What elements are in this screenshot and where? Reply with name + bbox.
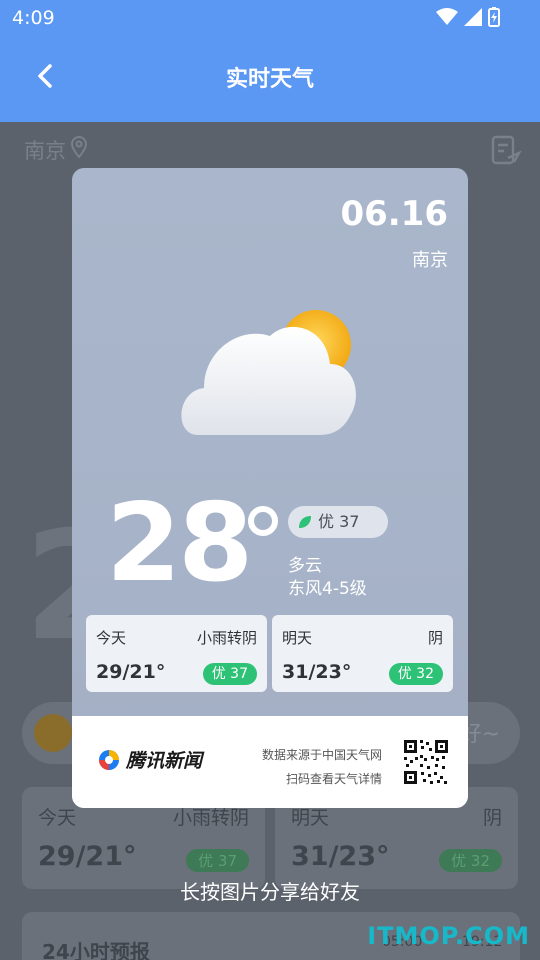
bg-city-label[interactable]: 南京 — [24, 135, 66, 165]
wind-info: 东风4-5级 — [288, 579, 367, 599]
bg-tomorrow-cond: 阴 — [482, 807, 502, 829]
data-source-text: 数据来源于中国天气网 — [261, 748, 382, 762]
status-time: 4:09 — [12, 7, 55, 29]
hourly-title: 24小时预报 — [42, 940, 150, 960]
cloudy-weather-icon — [181, 310, 356, 435]
degree-symbol — [248, 506, 278, 536]
tomorrow-aqi-badge: 优 32 — [388, 663, 443, 685]
tomorrow-condition: 阴 — [427, 629, 443, 647]
play-icon[interactable] — [34, 714, 72, 752]
tomorrow-temp-range: 31/23° — [282, 661, 352, 683]
current-temperature: 28 — [106, 481, 253, 606]
location-pin-icon — [70, 136, 88, 158]
aqi-text: 优 37 — [318, 512, 360, 531]
bg-tomorrow-aqi: 优 32 — [439, 849, 502, 872]
today-temp-range: 29/21° — [96, 661, 166, 683]
qr-code-icon[interactable] — [402, 738, 450, 786]
share-city: 南京 — [412, 250, 448, 271]
bg-today-label: 今天 — [38, 807, 77, 829]
brand-name: 腾讯新闻 — [126, 750, 203, 772]
tomorrow-label: 明天 — [282, 629, 313, 647]
leaf-icon — [299, 516, 311, 528]
today-aqi-badge: 优 37 — [202, 663, 257, 685]
share-icon[interactable] — [490, 134, 522, 166]
tomorrow-forecast-card: 明天 阴 31/23° 优 32 — [272, 615, 453, 692]
site-watermark: ITMOP.COM — [367, 922, 530, 950]
today-label: 今天 — [96, 629, 127, 647]
brand-logo: 腾讯新闻 — [98, 746, 202, 773]
app-bar: 实时天气 — [0, 36, 540, 122]
bg-tomorrow-temp: 31/23° — [291, 841, 390, 872]
long-press-share-hint: 长按图片分享给好友 — [180, 880, 360, 904]
today-condition: 小雨转阴 — [196, 629, 257, 647]
signal-icon — [464, 8, 482, 26]
weather-share-card[interactable]: 06.16 南京 28 优 37 多云 东风4-5级 今天 小雨转阴 29/21… — [72, 168, 468, 808]
scan-hint-text: 扫码查看天气详情 — [285, 772, 382, 786]
status-bar: 4:09 — [0, 0, 540, 36]
share-date: 06.16 — [340, 194, 448, 234]
aqi-badge: 优 37 — [288, 506, 388, 538]
today-forecast-card: 今天 小雨转阴 29/21° 优 37 — [86, 615, 267, 692]
weather-condition: 多云 — [288, 556, 322, 576]
tencent-news-logo-icon — [99, 749, 119, 770]
battery-icon — [488, 7, 500, 27]
share-card-footer: 腾讯新闻 数据来源于中国天气网 扫码查看天气详情 — [72, 716, 468, 808]
bg-today-aqi: 优 37 — [186, 849, 249, 872]
page-title: 实时天气 — [225, 67, 314, 92]
status-icons — [436, 7, 500, 27]
bg-today-temp: 29/21° — [38, 841, 137, 872]
wifi-icon — [436, 8, 458, 25]
